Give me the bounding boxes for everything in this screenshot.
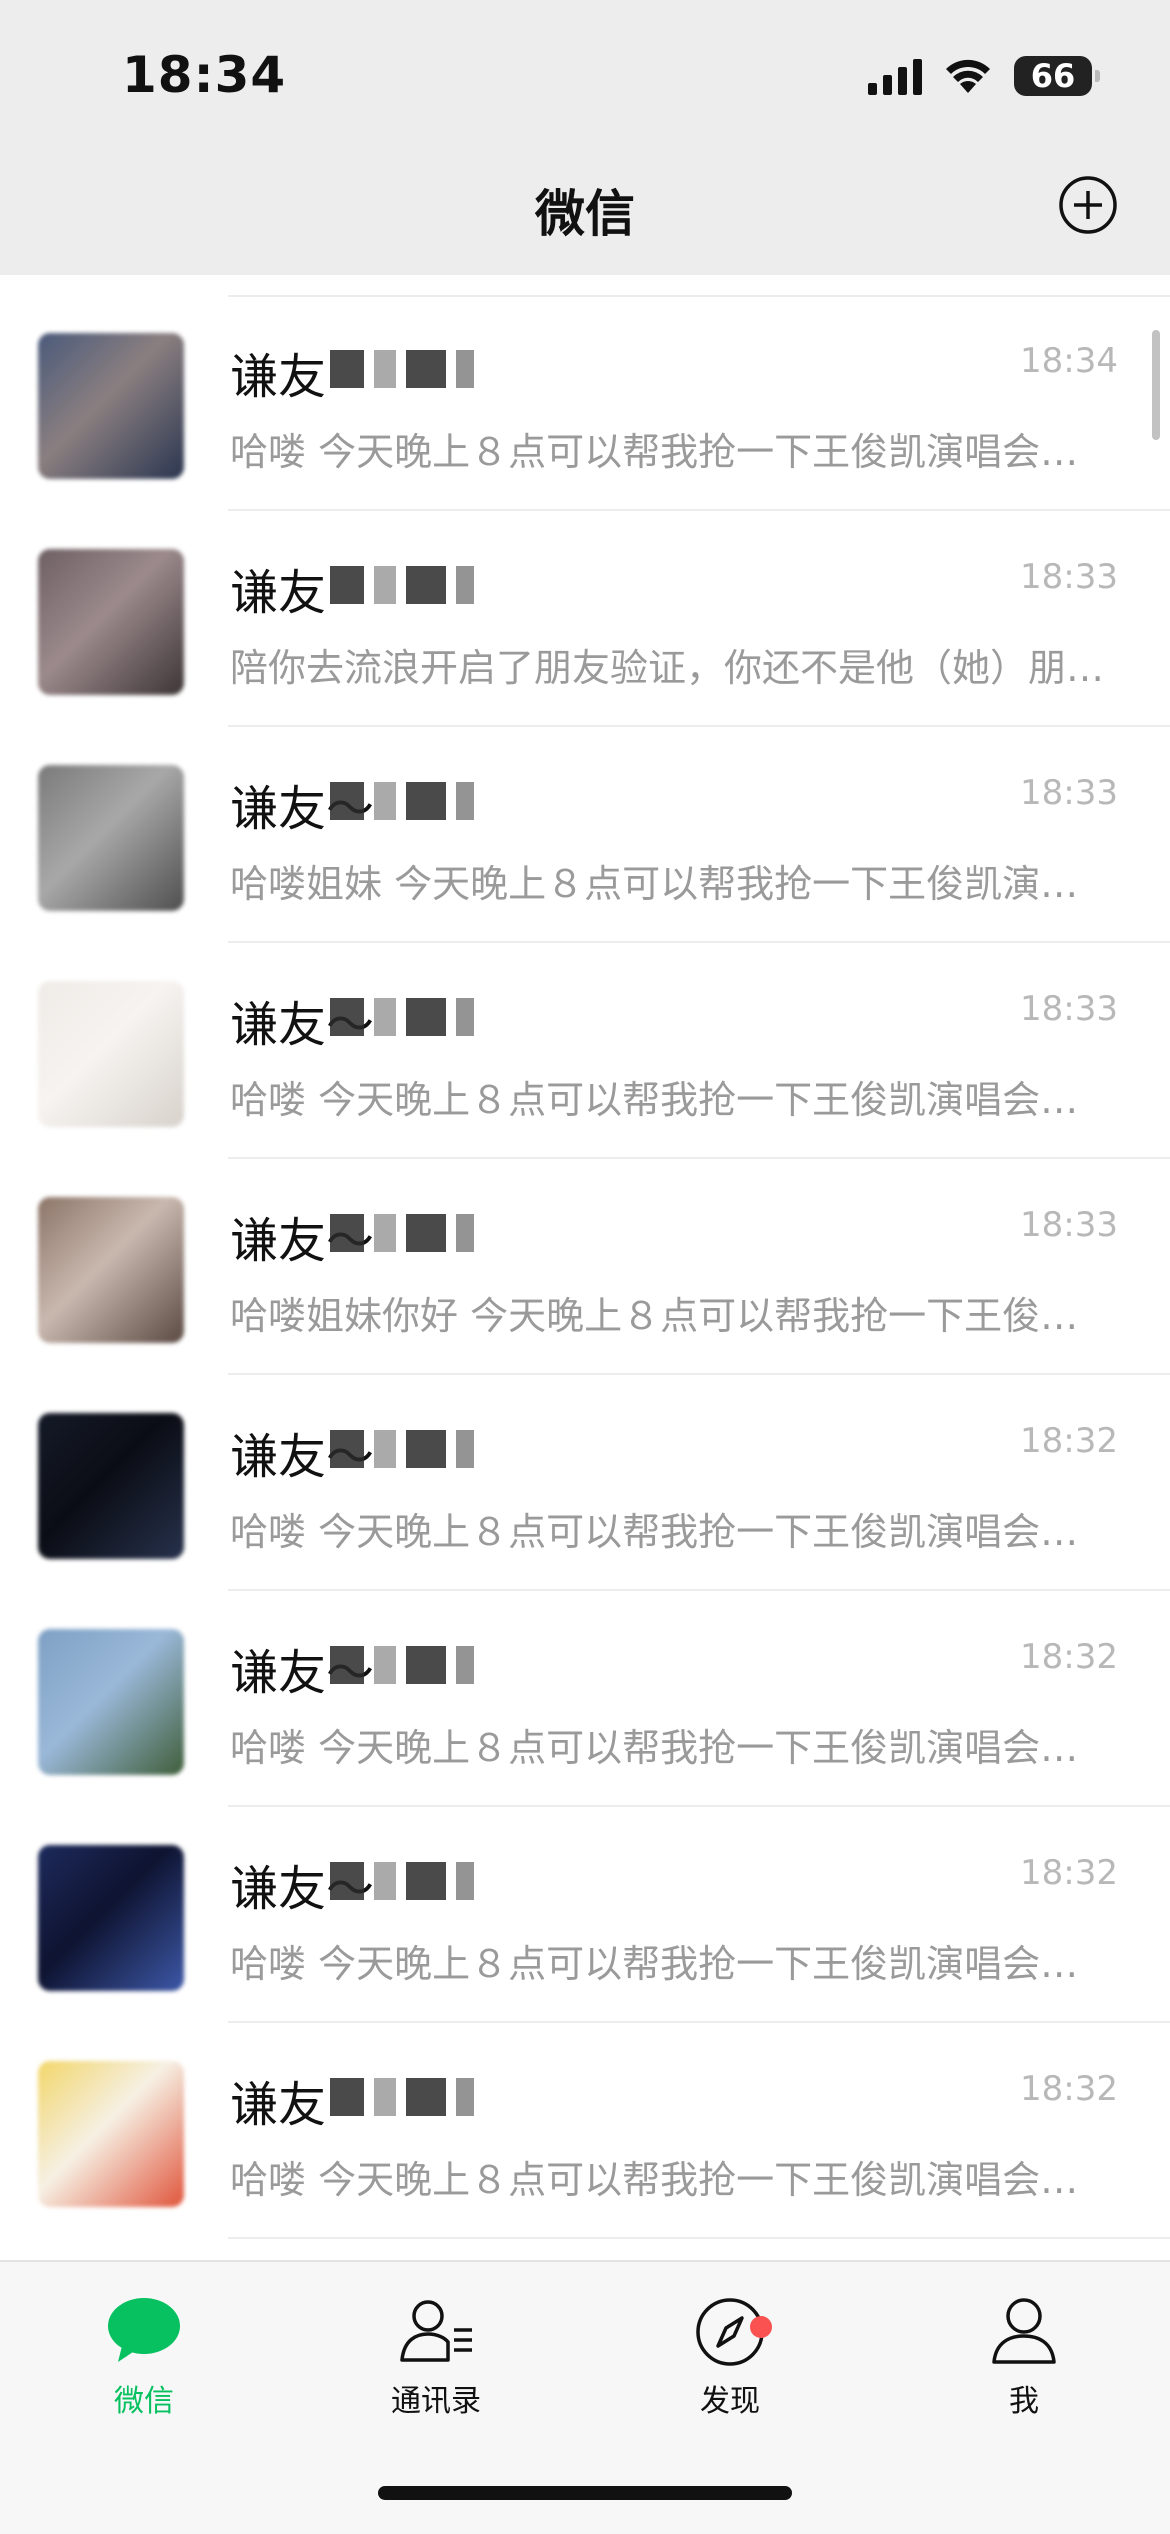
name-redaction bbox=[330, 1427, 474, 1471]
chat-time: 18:32 bbox=[1020, 1853, 1118, 1893]
chat-time: 18:33 bbox=[1020, 1205, 1118, 1245]
page-title: 微信 bbox=[535, 185, 635, 243]
scrollbar[interactable] bbox=[1152, 330, 1160, 440]
name-redaction bbox=[330, 779, 474, 823]
name-redaction bbox=[330, 347, 474, 391]
chat-list-item[interactable]: 谦友～ 18:32 哈喽 今天晚上８点可以帮我抢一下王俊凯演唱会的票吗 bbox=[0, 1591, 1170, 1807]
avatar[interactable] bbox=[38, 333, 184, 479]
avatar[interactable] bbox=[38, 2061, 184, 2207]
avatar[interactable] bbox=[38, 1845, 184, 1991]
avatar[interactable] bbox=[38, 1629, 184, 1775]
home-indicator bbox=[378, 2486, 792, 2500]
avatar[interactable] bbox=[38, 549, 184, 695]
chat-list-item[interactable]: 谦友～ 18:32 哈喽 今天晚上８点可以帮我抢一下王俊凯演唱会的票吗 bbox=[0, 1807, 1170, 2023]
avatar[interactable] bbox=[38, 1413, 184, 1559]
chat-bubble-icon bbox=[108, 2298, 180, 2362]
status-icons: 66 bbox=[868, 54, 1100, 98]
chat-name: 谦友 bbox=[230, 2077, 327, 2133]
chat-preview: 哈喽姐妹你好 今天晚上８点可以帮我抢一下王俊凯演唱会的票吗 bbox=[230, 1294, 1110, 1338]
chat-list-item[interactable]: 谦友～ 18:33 哈喽姐妹你好 今天晚上８点可以帮我抢一下王俊凯演唱会的票吗 bbox=[0, 1159, 1170, 1375]
chat-time: 18:32 bbox=[1020, 2069, 1118, 2109]
name-redaction bbox=[330, 995, 474, 1039]
chat-name: 谦友 bbox=[230, 565, 327, 621]
tab-discover[interactable]: 发现 bbox=[630, 2290, 830, 2420]
chat-list-item[interactable]: 谦友～ 18:33 哈喽 今天晚上８点可以帮我抢一下王俊凯演唱会的票吗 bbox=[0, 943, 1170, 1159]
battery-icon: 66 bbox=[1014, 56, 1100, 96]
chat-preview: 哈喽 今天晚上８点可以帮我抢一下王俊凯演唱会的票吗 bbox=[230, 430, 1110, 474]
chat-time: 18:34 bbox=[1020, 341, 1118, 381]
tab-label: 我 bbox=[1009, 2384, 1039, 2419]
tab-label: 发现 bbox=[700, 2384, 760, 2419]
person-icon bbox=[992, 2298, 1056, 2364]
battery-level: 66 bbox=[1030, 57, 1076, 95]
tab-contacts[interactable]: 通讯录 bbox=[336, 2290, 536, 2420]
chat-list-item[interactable]: 谦友 18:32 哈喽 今天晚上８点可以帮我抢一下王俊凯演唱会的票吗 bbox=[0, 2023, 1170, 2239]
chat-preview: 哈喽姐妹 今天晚上８点可以帮我抢一下王俊凯演唱会的票吗 bbox=[230, 862, 1110, 906]
plus-circle-icon[interactable] bbox=[1058, 175, 1118, 235]
chat-name: 谦友 bbox=[230, 349, 327, 405]
notification-badge bbox=[750, 2316, 772, 2338]
chat-preview: 陪你去流浪开启了朋友验证，你还不是他（她）朋友。 bbox=[230, 646, 1110, 690]
chat-time: 18:33 bbox=[1020, 989, 1118, 1029]
tab-bar: 微信 通讯录 发现 我 bbox=[0, 2260, 1170, 2534]
chat-time: 18:33 bbox=[1020, 557, 1118, 597]
row-divider bbox=[228, 2237, 1170, 2239]
chat-preview: 哈喽 今天晚上８点可以帮我抢一下王俊凯演唱会的票吗 bbox=[230, 1726, 1110, 1770]
nav-header: 微信 bbox=[0, 150, 1170, 275]
tab-me[interactable]: 我 bbox=[924, 2290, 1124, 2420]
chat-time: 18:33 bbox=[1020, 773, 1118, 813]
name-redaction bbox=[330, 1643, 474, 1687]
avatar[interactable] bbox=[38, 1197, 184, 1343]
tab-label: 通讯录 bbox=[391, 2384, 481, 2419]
name-redaction bbox=[330, 563, 474, 607]
name-redaction bbox=[330, 1859, 474, 1903]
chat-list-item[interactable]: 谦友 18:34 哈喽 今天晚上８点可以帮我抢一下王俊凯演唱会的票吗 bbox=[0, 295, 1170, 511]
tab-chats[interactable]: 微信 bbox=[44, 2290, 244, 2420]
wifi-icon bbox=[946, 59, 990, 93]
contacts-icon bbox=[400, 2300, 472, 2362]
avatar[interactable] bbox=[38, 765, 184, 911]
status-bar: 18:34 66 bbox=[0, 0, 1170, 150]
chat-time: 18:32 bbox=[1020, 1637, 1118, 1677]
chat-list-item[interactable]: 谦友～ 18:33 哈喽姐妹 今天晚上８点可以帮我抢一下王俊凯演唱会的票吗 bbox=[0, 727, 1170, 943]
chat-preview: 哈喽 今天晚上８点可以帮我抢一下王俊凯演唱会的票吗 bbox=[230, 1942, 1110, 1986]
chat-list: 谦友 18:34 哈喽 今天晚上８点可以帮我抢一下王俊凯演唱会的票吗 谦友 18… bbox=[0, 295, 1170, 2239]
chat-list-item[interactable]: 谦友～ 18:32 哈喽 今天晚上８点可以帮我抢一下王俊凯演唱会的票吗 bbox=[0, 1375, 1170, 1591]
chat-preview: 哈喽 今天晚上８点可以帮我抢一下王俊凯演唱会的票吗 bbox=[230, 2158, 1110, 2202]
chat-list-item[interactable]: 谦友 18:33 陪你去流浪开启了朋友验证，你还不是他（她）朋友。 bbox=[0, 511, 1170, 727]
avatar[interactable] bbox=[38, 981, 184, 1127]
status-time: 18:34 bbox=[122, 46, 287, 104]
name-redaction bbox=[330, 2075, 474, 2119]
chat-preview: 哈喽 今天晚上８点可以帮我抢一下王俊凯演唱会的票吗 bbox=[230, 1078, 1110, 1122]
name-redaction bbox=[330, 1211, 474, 1255]
chat-preview: 哈喽 今天晚上８点可以帮我抢一下王俊凯演唱会的票吗 bbox=[230, 1510, 1110, 1554]
cellular-signal-icon bbox=[868, 57, 922, 95]
tab-label: 微信 bbox=[114, 2384, 174, 2419]
chat-time: 18:32 bbox=[1020, 1421, 1118, 1461]
